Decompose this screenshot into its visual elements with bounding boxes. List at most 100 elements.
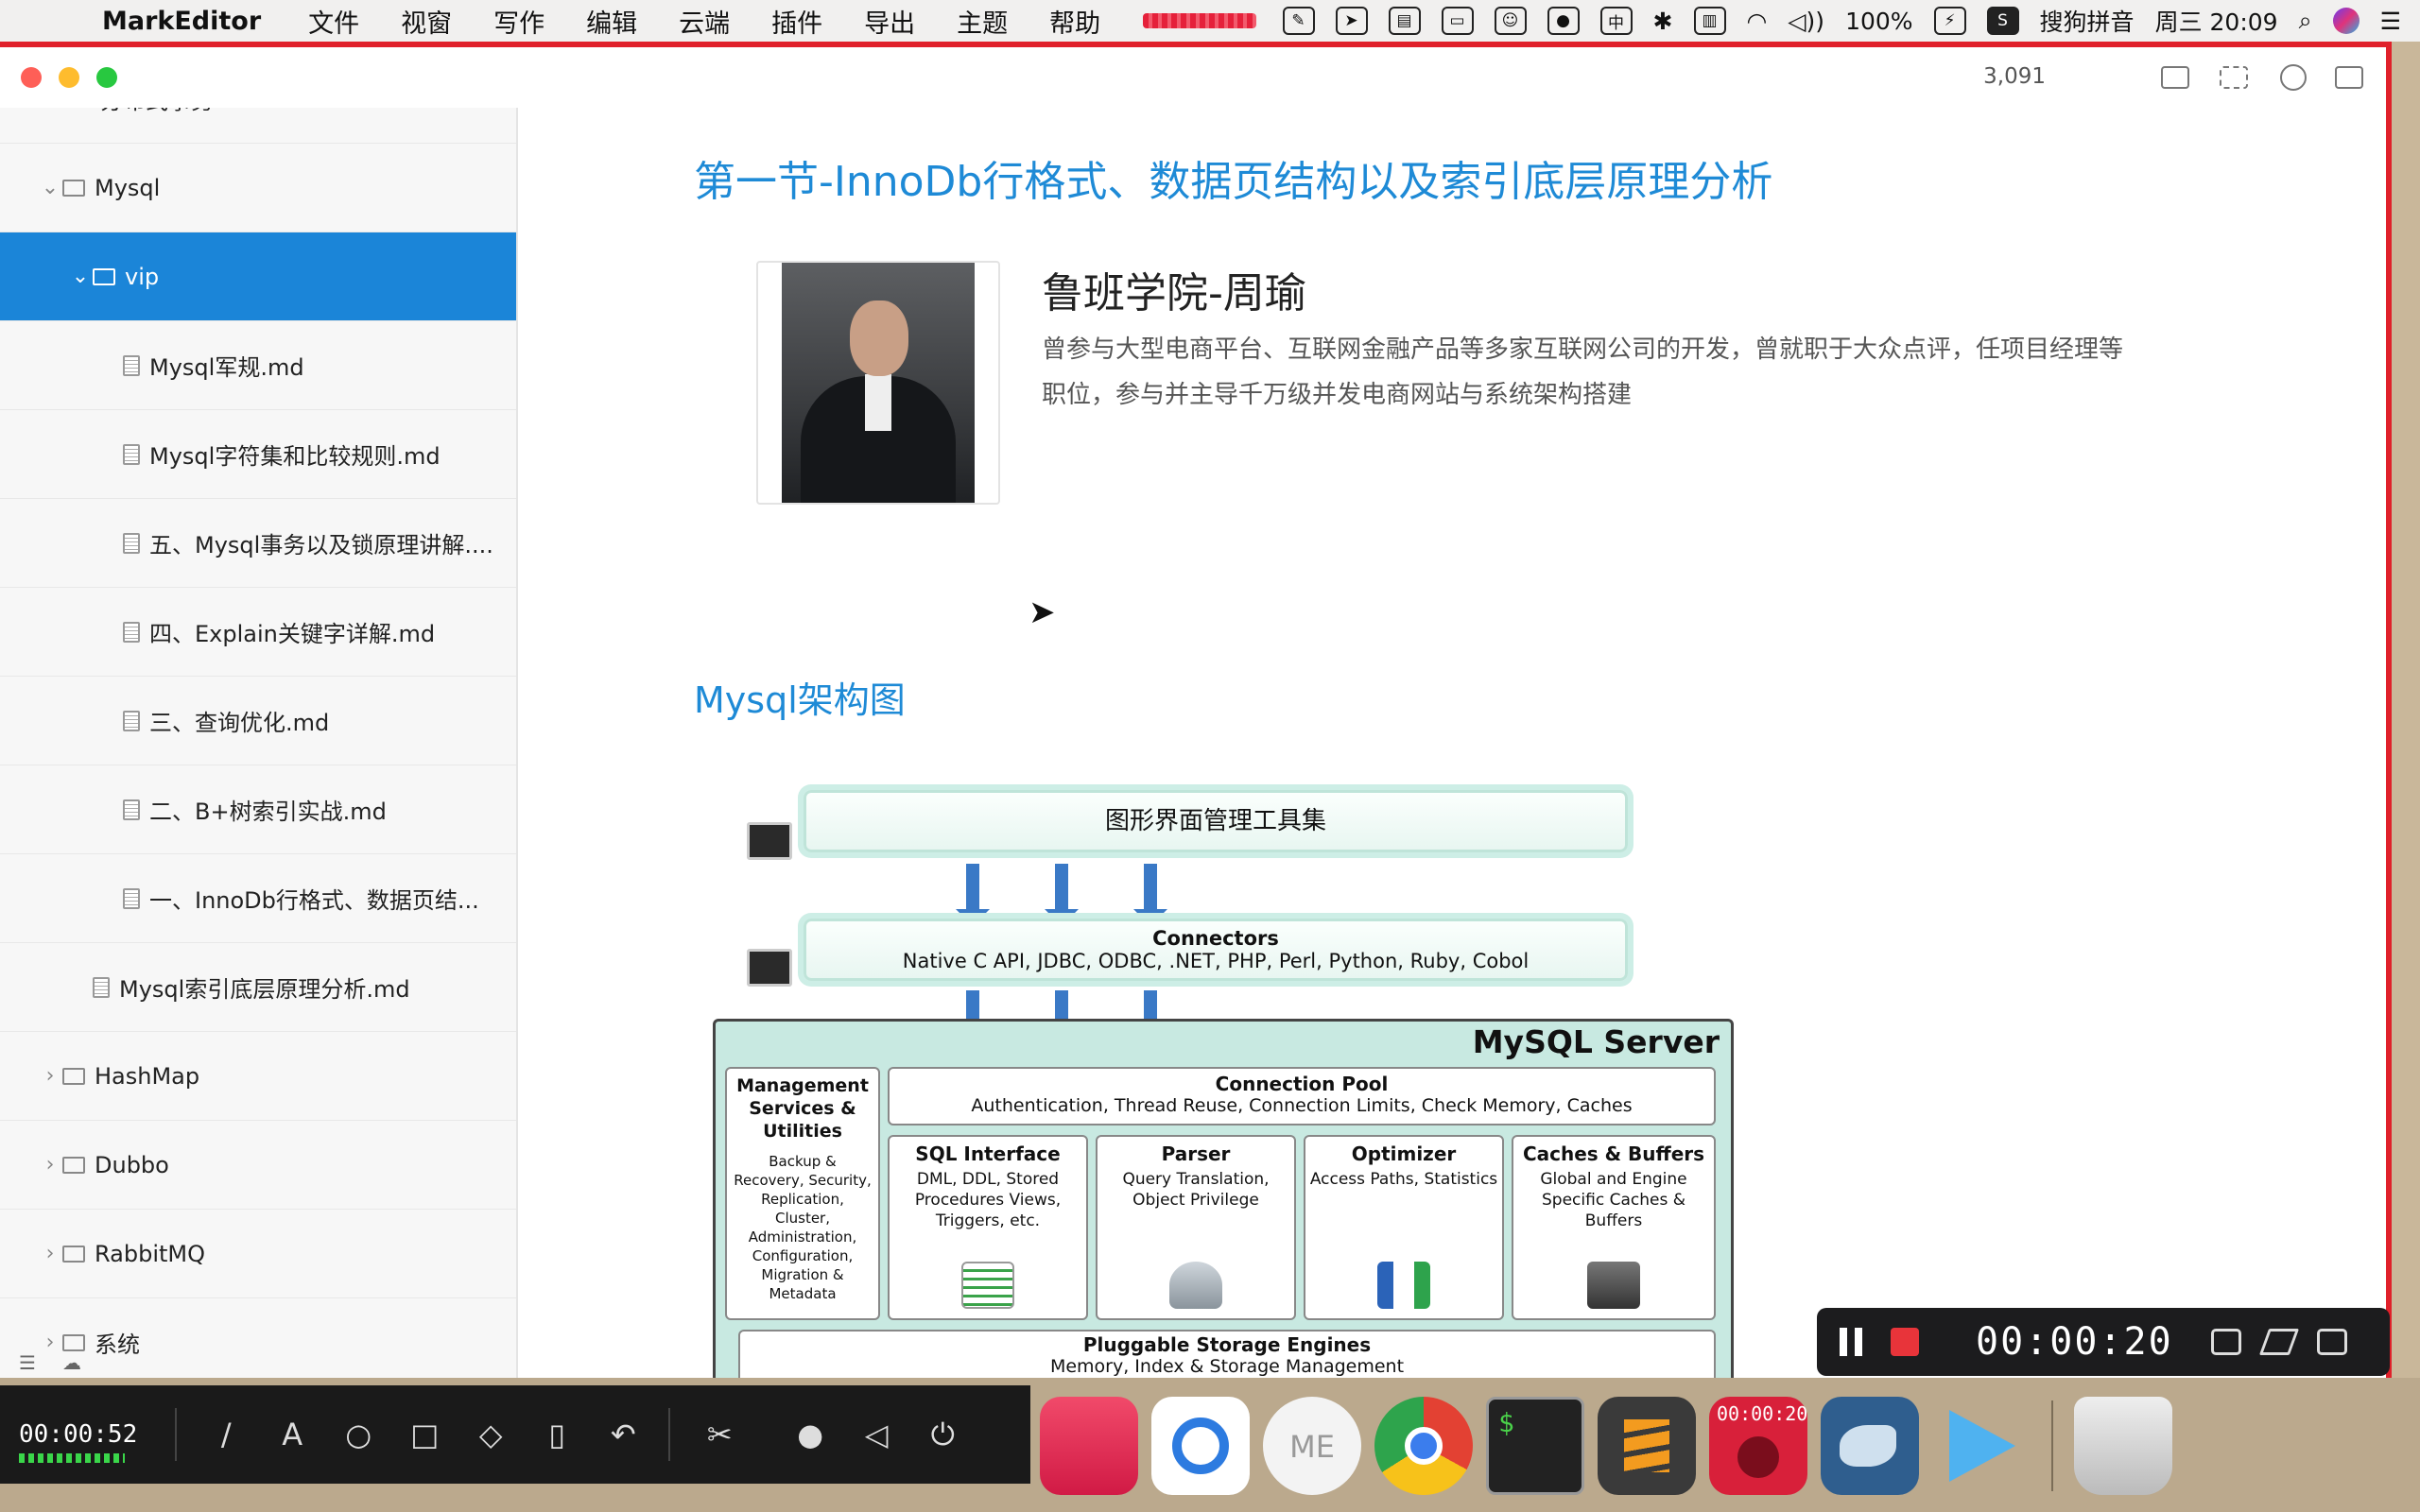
sidebar-cloud-icon[interactable]: ☁ (62, 1351, 81, 1374)
stop-recording-button[interactable] (1891, 1328, 1919, 1356)
menubar-clock[interactable]: 周三 20:09 (2155, 4, 2278, 38)
volume-icon[interactable]: ◁)) (1788, 8, 1824, 35)
tree-label: 三、查询优化.md (149, 710, 330, 736)
tree-label: 五、Mysql事务以及锁原理讲解.... (149, 532, 493, 558)
menu-help[interactable]: 帮助 (1049, 3, 1100, 40)
tree-file[interactable]: 二、B+树索引实战.md (0, 765, 516, 854)
document-heading: 第一节-InnoDb行格式、数据页结构以及索引底层原理分析 (694, 158, 1773, 206)
spotlight-search-icon[interactable]: ⌕ (2299, 7, 2312, 35)
terminal-icon[interactable]: $ (1486, 1397, 1584, 1495)
circle-tool-icon[interactable]: ○ (341, 1417, 375, 1452)
caches-panel: Caches & Buffers Global and Engine Speci… (1512, 1135, 1716, 1320)
menu-file[interactable]: 文件 (308, 3, 359, 40)
trash-dock-icon[interactable] (2074, 1397, 2172, 1495)
zoom-window-button[interactable] (96, 67, 117, 88)
memory-icon[interactable]: ▥ (1693, 7, 1726, 35)
editor-content[interactable]: 第一节-InnoDb行格式、数据页结构以及索引底层原理分析 鲁班学院-周瑜 曾参… (520, 108, 2386, 1383)
eraser-icon[interactable]: ◇ (474, 1417, 508, 1452)
pen-tool-icon[interactable] (2258, 1329, 2299, 1355)
tree-folder-rabbitmq[interactable]: › RabbitMQ (0, 1210, 516, 1298)
undo-icon[interactable]: ↶ (606, 1417, 640, 1452)
battery-icon[interactable]: ⚡ (1933, 7, 1966, 35)
video-player-icon[interactable] (1932, 1397, 2031, 1495)
audio-app-icon[interactable] (1040, 1397, 1138, 1495)
chevron-down-icon[interactable]: ⌄ (38, 176, 62, 199)
siri-icon[interactable] (2332, 8, 2360, 34)
pause-icon[interactable] (1840, 1328, 1862, 1356)
chevron-right-icon[interactable]: › (38, 1242, 62, 1265)
chevron-right-icon[interactable]: › (38, 1064, 62, 1088)
microphone-icon[interactable]: ● (793, 1417, 827, 1452)
baidu-netdisk-icon[interactable] (1151, 1397, 1250, 1495)
connectors-title: Connectors (1152, 927, 1279, 950)
tree-file[interactable]: 一、InnoDb行格式、数据页结... (0, 854, 516, 943)
tree-file[interactable]: Mysql字符集和比较规则.md (0, 410, 516, 499)
menu-write[interactable]: 写作 (493, 3, 544, 40)
tree-folder-vip[interactable]: ⌄ vip (0, 232, 516, 321)
menu-window[interactable]: 视窗 (401, 3, 452, 40)
tree-file[interactable]: 四、Explain关键字详解.md (0, 588, 516, 677)
docker-icon[interactable]: ▤ (1388, 7, 1421, 35)
tree-file[interactable]: Mysql军规.md (0, 321, 516, 410)
camera-icon[interactable] (2210, 1329, 2241, 1355)
menu-theme[interactable]: 主题 (957, 3, 1008, 40)
menu-cloud[interactable]: 云端 (679, 3, 730, 40)
trash-icon[interactable]: ▯ (540, 1417, 574, 1452)
send-icon[interactable]: ➤ (1335, 7, 1368, 35)
pen-icon[interactable]: ✎ (1282, 7, 1315, 35)
chrome-icon[interactable] (1374, 1397, 1473, 1495)
folder-icon (62, 179, 85, 197)
notification-center-icon[interactable]: ☰ (2380, 8, 2401, 35)
caches-body: Global and Engine Specific Caches & Buff… (1540, 1170, 1687, 1230)
sidebar-settings-icon[interactable]: ☰ (19, 1351, 36, 1374)
apple-menu-icon[interactable] (34, 5, 87, 37)
document-icon (123, 354, 140, 376)
menu-plugins[interactable]: 插件 (771, 3, 822, 40)
document-icon (123, 799, 140, 820)
markeditor-dock-icon[interactable]: ME (1263, 1397, 1361, 1495)
speaker-icon[interactable]: ◁ (859, 1417, 893, 1452)
minimize-window-button[interactable] (59, 67, 79, 88)
brush-icon[interactable]: / (209, 1417, 243, 1452)
layout-icon[interactable] (2161, 66, 2189, 89)
wifi-icon[interactable]: ◠ (1747, 8, 1768, 35)
chevron-right-icon[interactable]: › (38, 1153, 62, 1177)
rectangle-tool-icon[interactable]: □ (407, 1417, 441, 1452)
author-name: 鲁班学院-周瑜 (1042, 269, 1306, 318)
menu-app-name[interactable]: MarkEditor (102, 7, 261, 36)
text-tool-icon[interactable]: A (275, 1417, 309, 1452)
scissors-icon[interactable]: ✂ (702, 1417, 736, 1452)
sublime-text-icon[interactable] (1598, 1397, 1696, 1495)
preview-icon[interactable] (2280, 64, 2307, 91)
chevron-right-icon[interactable]: › (43, 108, 68, 111)
tree-folder-dubbo[interactable]: › Dubbo (0, 1121, 516, 1210)
sql-interface-panel: SQL Interface DML, DDL, Stored Procedure… (888, 1135, 1088, 1320)
microphone-icon[interactable]: ● (1547, 7, 1580, 35)
tree-list-icon (961, 1262, 1014, 1309)
menu-edit[interactable]: 编辑 (586, 3, 637, 40)
bluetooth-icon[interactable]: ✱ (1653, 8, 1673, 35)
tree-file[interactable]: Mysql索引底层原理分析.md (0, 943, 516, 1032)
chinese-input-icon[interactable]: 中 (1599, 7, 1633, 35)
screen-recorder-icon[interactable]: 00:00:20 (1709, 1397, 1807, 1495)
face-icon[interactable]: ☺ (1494, 7, 1527, 35)
chevron-down-icon[interactable]: ⌄ (68, 265, 93, 288)
tree-folder-distributed-tx[interactable]: › 分布式事务 (0, 108, 516, 144)
tree-file[interactable]: 三、查询优化.md (0, 677, 516, 765)
barcode-icon[interactable] (2220, 66, 2248, 89)
share-icon[interactable] (2335, 66, 2363, 89)
menu-export[interactable]: 导出 (864, 3, 915, 40)
window-titlebar: 3,091 (0, 47, 2386, 108)
tree-file[interactable]: 五、Mysql事务以及锁原理讲解.... (0, 499, 516, 588)
input-method-label[interactable]: 搜狗拼音 (2040, 4, 2135, 38)
close-window-button[interactable] (21, 67, 42, 88)
sogou-icon[interactable]: S (1986, 7, 2019, 35)
tree-folder-mysql[interactable]: ⌄ Mysql (0, 144, 516, 232)
toolbox-icon[interactable]: ▭ (1441, 7, 1474, 35)
recording-indicator-icon[interactable] (1142, 13, 1256, 28)
tree-folder-hashmap[interactable]: › HashMap (0, 1032, 516, 1121)
mysql-workbench-icon[interactable] (1821, 1397, 1919, 1495)
parser-panel: Parser Query Translation, Object Privile… (1096, 1135, 1296, 1320)
window-icon[interactable] (2316, 1329, 2347, 1355)
power-icon[interactable]: ⏻ (925, 1417, 959, 1452)
